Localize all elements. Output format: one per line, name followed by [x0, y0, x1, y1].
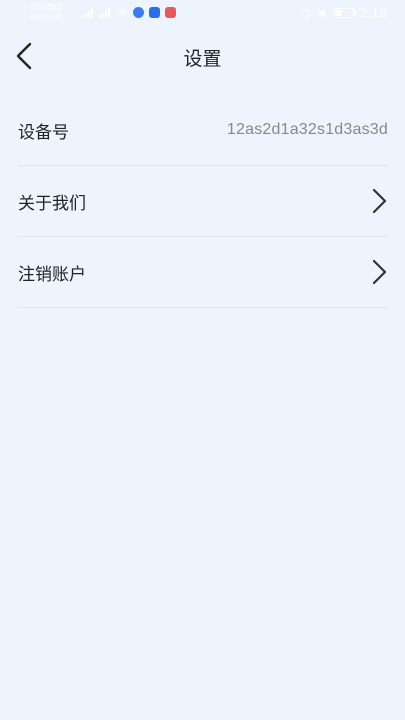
- carrier-line-2: 中国移动: [30, 13, 62, 22]
- wifi-icon: [116, 8, 128, 17]
- alarm-icon: [300, 8, 311, 19]
- app-notification-icon: [149, 7, 160, 18]
- device-id-label: 设备号: [18, 122, 69, 143]
- status-icons-left: [82, 7, 176, 18]
- status-time: 2:18: [360, 6, 387, 20]
- cancel-account-row[interactable]: 注销账户: [18, 237, 388, 308]
- signal-icon: [99, 7, 111, 18]
- signal-icon: [82, 7, 94, 18]
- mute-icon: [317, 8, 328, 18]
- settings-list: 设备号 12as2d1a32s1d3as3d 关于我们 注销账户: [18, 95, 388, 308]
- about-us-row[interactable]: 关于我们: [18, 166, 388, 237]
- chevron-right-icon: [372, 188, 387, 214]
- header: 设置: [0, 30, 405, 82]
- battery-icon: [334, 8, 357, 18]
- chevron-right-icon: [372, 259, 387, 285]
- carrier-info: 中国电信 中国移动: [30, 3, 62, 23]
- status-bar: 中国电信 中国移动 2:18: [0, 0, 405, 28]
- carrier-line-1: 中国电信: [30, 3, 62, 12]
- status-icons-right: 2:18: [300, 6, 387, 20]
- app-notification-icon: [133, 7, 144, 18]
- cancel-account-label: 注销账户: [18, 264, 86, 285]
- device-id-row: 设备号 12as2d1a32s1d3as3d: [18, 95, 388, 166]
- app-notification-icon: [165, 7, 176, 18]
- device-id-value: 12as2d1a32s1d3as3d: [226, 121, 388, 138]
- about-us-label: 关于我们: [18, 193, 86, 214]
- page-title: 设置: [183, 48, 222, 70]
